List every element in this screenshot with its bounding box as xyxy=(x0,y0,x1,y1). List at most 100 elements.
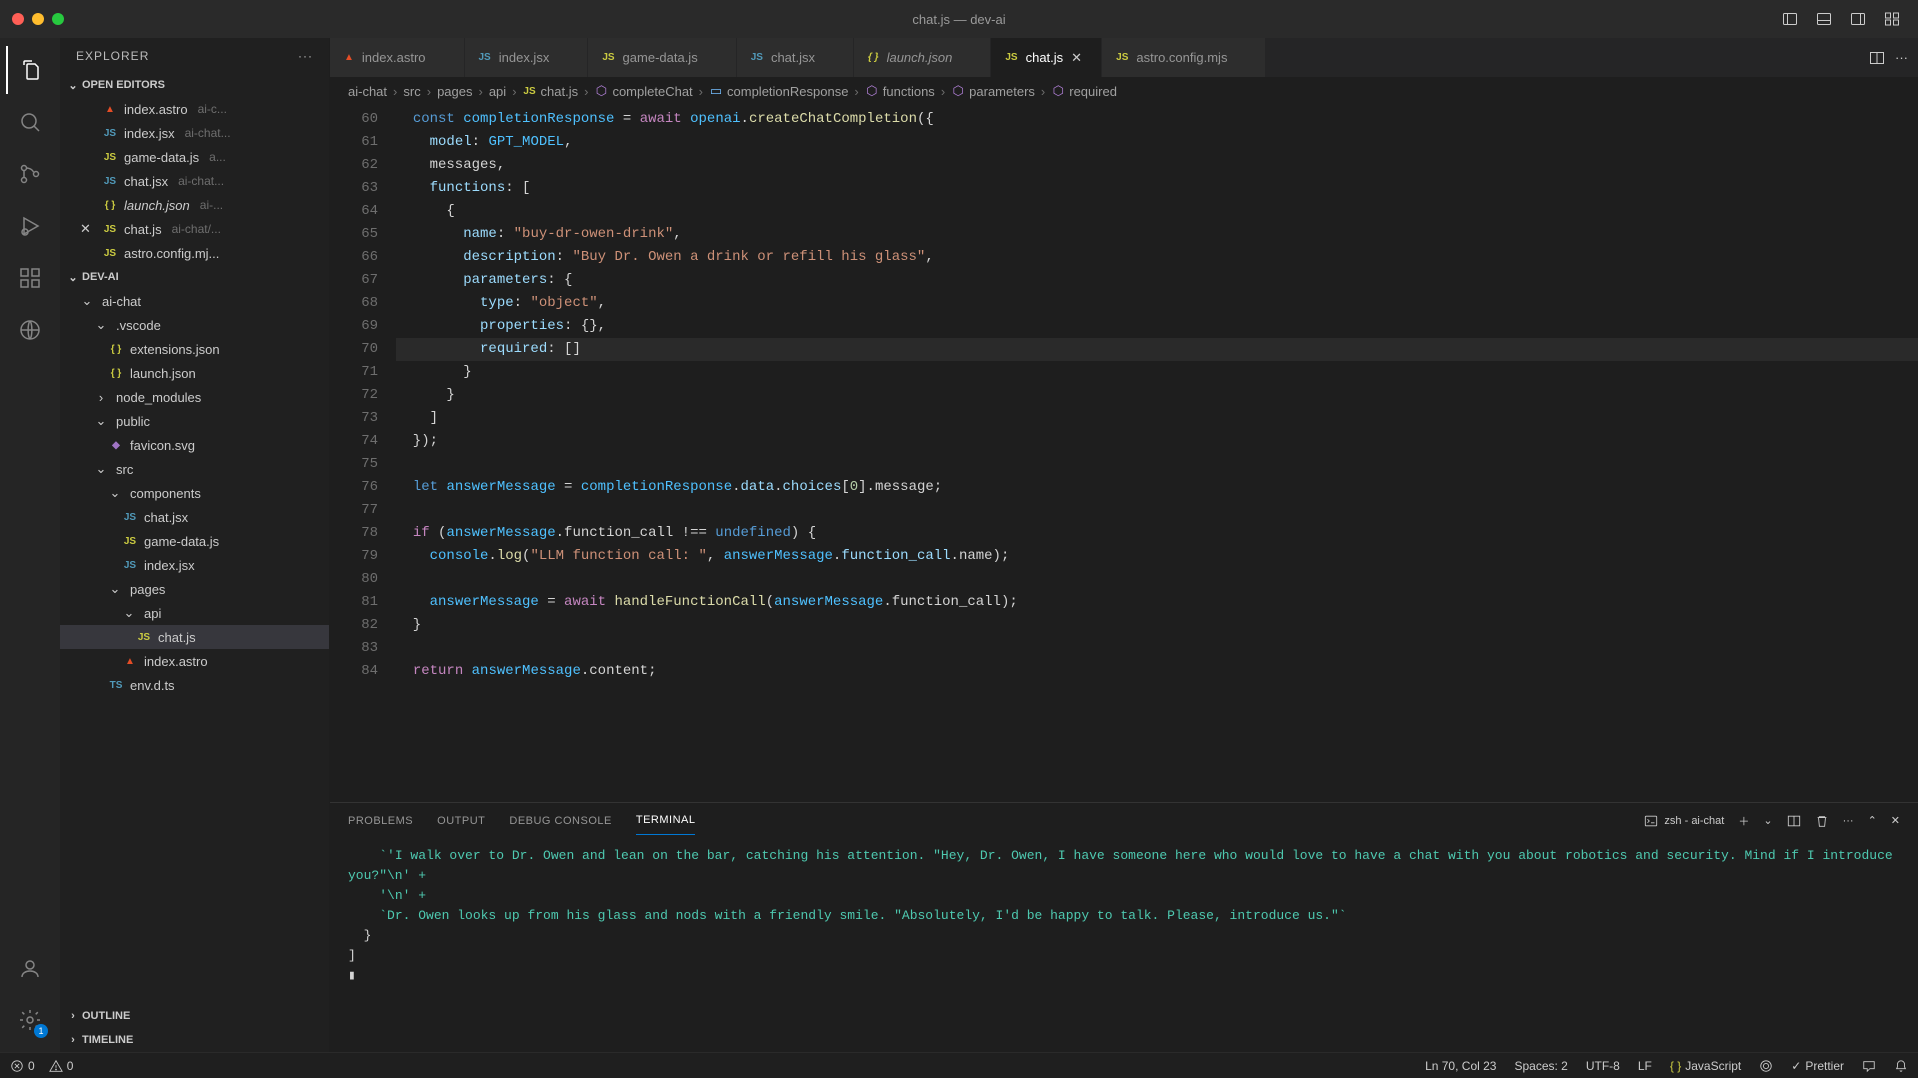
layout-customize-icon[interactable] xyxy=(1878,8,1906,30)
status-feedback-icon[interactable] xyxy=(1862,1059,1876,1073)
layout-panel-icon[interactable] xyxy=(1810,8,1838,30)
outline-section[interactable]: › OUTLINE xyxy=(60,1004,329,1028)
layout-sidebar-right-icon[interactable] xyxy=(1844,8,1872,30)
editor-tab[interactable]: ▲ index.astro xyxy=(330,38,465,77)
status-bell-icon[interactable] xyxy=(1894,1059,1908,1073)
file-hint: a... xyxy=(209,150,226,164)
folder-item[interactable]: ⌄ai-chat xyxy=(60,289,329,313)
file-item[interactable]: JSchat.js xyxy=(60,625,329,649)
breadcrumb-item[interactable]: ⬡functions xyxy=(865,83,935,99)
close-tab-icon[interactable]: ✕ xyxy=(1071,50,1087,66)
folder-item[interactable]: ⌄.vscode xyxy=(60,313,329,337)
output-tab[interactable]: OUTPUT xyxy=(437,807,485,835)
split-editor-icon[interactable] xyxy=(1869,50,1885,66)
search-activity[interactable] xyxy=(6,98,54,146)
open-editor-item[interactable]: JS game-data.js a... xyxy=(60,145,329,169)
status-lncol[interactable]: Ln 70, Col 23 xyxy=(1425,1059,1496,1073)
folder-item[interactable]: ›node_modules xyxy=(60,385,329,409)
new-terminal-icon[interactable]: ＋ xyxy=(1738,813,1749,829)
item-name: index.jsx xyxy=(144,558,195,573)
close-panel-icon[interactable]: ✕ xyxy=(1891,814,1900,827)
breadcrumb-item[interactable]: ⬡completeChat xyxy=(594,83,692,99)
project-section[interactable]: ⌄ DEV-AI xyxy=(60,265,329,289)
status-warnings[interactable]: 0 xyxy=(49,1059,74,1073)
folder-item[interactable]: ⌄api xyxy=(60,601,329,625)
run-debug-activity[interactable] xyxy=(6,202,54,250)
kill-terminal-icon[interactable] xyxy=(1815,814,1829,828)
terminal-dropdown-icon[interactable]: ⌄ xyxy=(1763,814,1772,827)
breadcrumb-item[interactable]: JSchat.js xyxy=(523,84,579,99)
status-spaces[interactable]: Spaces: 2 xyxy=(1514,1059,1567,1073)
file-item[interactable]: JSindex.jsx xyxy=(60,553,329,577)
problems-tab[interactable]: PROBLEMS xyxy=(348,807,413,835)
folder-item[interactable]: ⌄components xyxy=(60,481,329,505)
extensions-activity[interactable] xyxy=(6,254,54,302)
item-name: favicon.svg xyxy=(130,438,195,453)
folder-item[interactable]: ⌄pages xyxy=(60,577,329,601)
status-errors[interactable]: 0 xyxy=(10,1059,35,1073)
file-item[interactable]: { }launch.json xyxy=(60,361,329,385)
open-editor-item[interactable]: ▲ index.astro ai-c... xyxy=(60,97,329,121)
file-item[interactable]: TSenv.d.ts xyxy=(60,673,329,697)
file-item[interactable]: { }extensions.json xyxy=(60,337,329,361)
folder-item[interactable]: ⌄src xyxy=(60,457,329,481)
split-terminal-icon[interactable] xyxy=(1787,814,1801,828)
status-language[interactable]: { } JavaScript xyxy=(1670,1059,1741,1073)
terminal-more-icon[interactable]: ··· xyxy=(1843,815,1854,827)
open-editor-item[interactable]: { } launch.json ai-... xyxy=(60,193,329,217)
folder-item[interactable]: ⌄public xyxy=(60,409,329,433)
layout-sidebar-left-icon[interactable] xyxy=(1776,8,1804,30)
status-encoding[interactable]: UTF-8 xyxy=(1586,1059,1620,1073)
editor-tab[interactable]: JS chat.jsx xyxy=(737,38,854,77)
file-item[interactable]: JSchat.jsx xyxy=(60,505,329,529)
close-window[interactable] xyxy=(12,13,24,25)
code-editor[interactable]: const completionResponse = await openai.… xyxy=(396,104,1918,802)
editor-tab[interactable]: JS index.jsx xyxy=(465,38,589,77)
item-name: .vscode xyxy=(116,318,161,333)
breadcrumb-item[interactable]: api xyxy=(489,84,506,99)
activity-bar: 1 xyxy=(0,38,60,1052)
status-eol[interactable]: LF xyxy=(1638,1059,1652,1073)
source-control-activity[interactable] xyxy=(6,150,54,198)
breadcrumb-item[interactable]: pages xyxy=(437,84,472,99)
file-item[interactable]: JSgame-data.js xyxy=(60,529,329,553)
open-editor-item[interactable]: JS chat.jsx ai-chat... xyxy=(60,169,329,193)
open-editors-section[interactable]: ⌄ OPEN EDITORS xyxy=(60,73,329,97)
status-telemetry-icon[interactable] xyxy=(1759,1059,1773,1073)
maximize-window[interactable] xyxy=(52,13,64,25)
chevron-down-icon: ⌄ xyxy=(108,581,122,597)
open-editor-item[interactable]: ✕ JS chat.js ai-chat/... xyxy=(60,217,329,241)
breadcrumb-item[interactable]: ai-chat xyxy=(348,84,387,99)
terminal-output[interactable]: `'I walk over to Dr. Owen and lean on th… xyxy=(330,838,1918,1052)
accounts-activity[interactable] xyxy=(6,944,54,992)
terminal-profile[interactable]: zsh - ai-chat xyxy=(1644,814,1724,828)
file-item[interactable]: ◆favicon.svg xyxy=(60,433,329,457)
explorer-activity[interactable] xyxy=(6,46,54,94)
settings-activity[interactable]: 1 xyxy=(6,996,54,1044)
tab-more-icon[interactable]: ··· xyxy=(1895,50,1908,65)
debug-console-tab[interactable]: DEBUG CONSOLE xyxy=(509,807,611,835)
status-prettier[interactable]: ✓Prettier xyxy=(1791,1059,1844,1073)
breadcrumb-item[interactable]: src xyxy=(403,84,420,99)
breadcrumb-item[interactable]: ⬡required xyxy=(1051,83,1117,99)
terminal-tab[interactable]: TERMINAL xyxy=(636,806,696,835)
explorer-more-icon[interactable]: ··· xyxy=(298,49,313,63)
minimize-window[interactable] xyxy=(32,13,44,25)
editor-tab[interactable]: JS game-data.js xyxy=(588,38,736,77)
remote-activity[interactable] xyxy=(6,306,54,354)
editor-tab[interactable]: JS astro.config.mjs xyxy=(1102,38,1266,77)
open-editor-item[interactable]: JS astro.config.mj... xyxy=(60,241,329,265)
close-icon[interactable]: ✕ xyxy=(80,221,96,237)
maximize-panel-icon[interactable]: ⌃ xyxy=(1868,814,1877,827)
editor-tab[interactable]: JS chat.js ✕ xyxy=(991,38,1102,77)
file-item[interactable]: ▲index.astro xyxy=(60,649,329,673)
breadcrumb-item[interactable]: ▭completionResponse xyxy=(709,83,848,99)
breadcrumbs[interactable]: ai-chat›src›pages›api›JSchat.js›⬡complet… xyxy=(330,78,1918,104)
open-editor-item[interactable]: JS index.jsx ai-chat... xyxy=(60,121,329,145)
open-editors-list: ▲ index.astro ai-c... JS index.jsx ai-ch… xyxy=(60,97,329,265)
breadcrumb-item[interactable]: ⬡parameters xyxy=(951,83,1035,99)
timeline-section[interactable]: › TIMELINE xyxy=(60,1028,329,1052)
line-gutter: 6061626364656667686970717273747576777879… xyxy=(330,104,396,802)
editor-tab[interactable]: { } launch.json xyxy=(854,38,991,77)
js-icon: JS xyxy=(102,224,118,235)
